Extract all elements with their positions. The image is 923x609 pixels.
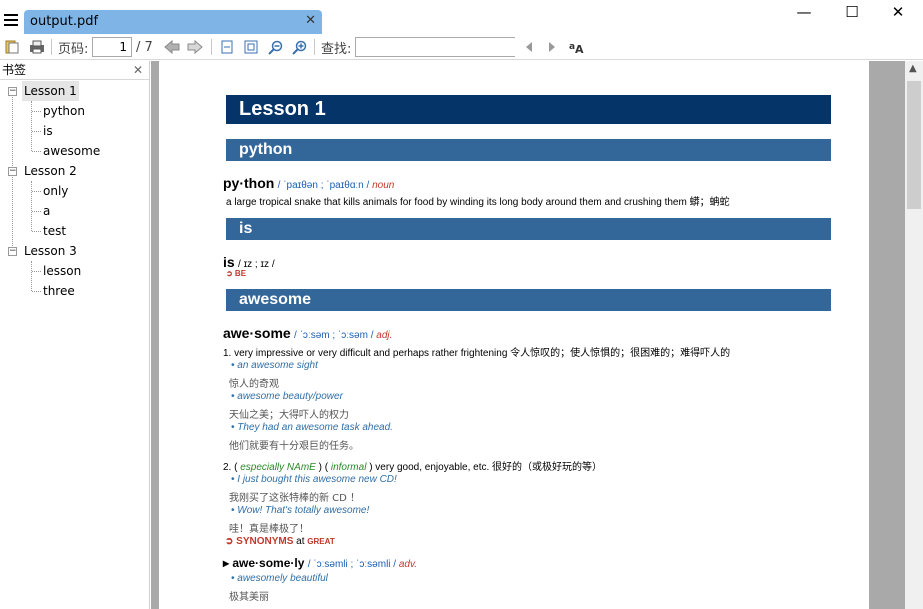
example: • I just bought this awesome new CD! — [231, 474, 397, 485]
synonyms-reference: ➲ SYNONYMS at GREAT — [225, 536, 335, 547]
bookmark-label: Lesson 2 — [24, 164, 77, 178]
pdf-page: Lesson 1 python py·thon / ˈpaɪθən ; ˈpaɪ… — [159, 61, 869, 609]
open-file-icon[interactable] — [4, 38, 20, 56]
pronunciation: / ˈɔːsəm ; ˈɔːsəm / — [294, 330, 374, 341]
part-of-speech: adj. — [376, 330, 393, 341]
scroll-thumb[interactable] — [907, 81, 921, 209]
toolbar: 页码: 1 / 7 查找: aA — [0, 34, 923, 60]
definition-2: 2. ( especially NAmE ) ( informal ) very… — [223, 462, 603, 473]
headword: awe·some — [223, 325, 291, 341]
collapse-toggle-icon[interactable]: − — [8, 247, 17, 256]
section-heading-is: is — [226, 218, 831, 240]
bookmark-item[interactable]: three — [0, 281, 149, 301]
entry-awesome: awe·some / ˈɔːsəm ; ˈɔːsəm / adj. — [223, 325, 392, 341]
translation: 极其美丽 — [229, 592, 269, 603]
fit-width-icon[interactable] — [218, 38, 236, 56]
fit-page-icon[interactable] — [242, 38, 260, 56]
definition: a large tropical snake that kills animal… — [226, 197, 730, 208]
cross-reference: ➲ BE — [226, 269, 247, 278]
bookmark-label: awesome — [43, 144, 101, 158]
lesson-heading: Lesson 1 — [226, 95, 831, 124]
bookmark-label: lesson — [43, 264, 82, 278]
bookmark-item[interactable]: lesson — [0, 261, 149, 281]
bookmark-label: three — [43, 284, 75, 298]
entry-is: is / ɪz ; ɪz / — [223, 254, 275, 270]
find-next-icon[interactable] — [545, 38, 559, 56]
example: • an awesome sight — [231, 360, 318, 371]
collapse-toggle-icon[interactable]: − — [8, 87, 17, 96]
maximize-button[interactable]: ☐ — [832, 2, 872, 22]
translation: 我刚买了这张特棒的新 CD ！ — [229, 493, 361, 504]
translation: 他们就要有十分艰巨的任务。 — [229, 441, 359, 452]
headword: is — [223, 254, 235, 270]
section-heading-awesome: awesome — [226, 289, 831, 311]
bookmark-item[interactable]: python — [0, 101, 149, 121]
entry-awesomely: ▸ awe·some·ly / ˈɔːsəmli ; ˈɔːsəmli / ad… — [223, 556, 417, 570]
bookmarks-title: 书签 — [2, 63, 27, 77]
close-button[interactable]: ✕ — [878, 2, 918, 22]
tab-title: output.pdf — [30, 14, 99, 29]
part-of-speech: adv. — [398, 559, 418, 570]
zoom-in-icon[interactable] — [290, 38, 308, 56]
entry-python: py·thon / ˈpaɪθən ; ˈpaɪθɑːn / noun — [223, 175, 394, 191]
find-prev-icon[interactable] — [522, 38, 536, 56]
example: • awesomely beautiful — [231, 573, 328, 584]
minimize-button[interactable]: — — [784, 2, 824, 22]
bookmark-label: only — [43, 184, 69, 198]
bookmark-lesson-3[interactable]: − Lesson 3 — [0, 241, 149, 261]
bookmark-lesson-1[interactable]: − Lesson 1 — [0, 81, 149, 101]
prev-page-icon[interactable] — [163, 38, 181, 56]
bookmark-item[interactable]: test — [0, 221, 149, 241]
bookmark-label: a — [43, 204, 51, 218]
panel-close-icon[interactable]: ✕ — [133, 61, 143, 79]
collapse-toggle-icon[interactable]: − — [8, 167, 17, 176]
headword: py·thon — [223, 175, 275, 191]
section-heading-python: python — [226, 139, 831, 161]
document-tab[interactable]: output.pdf ✕ — [24, 10, 322, 34]
example: • They had an awesome task ahead. — [231, 422, 393, 433]
bookmark-label: test — [43, 224, 67, 238]
bookmark-item[interactable]: a — [0, 201, 149, 221]
bookmark-label: is — [43, 124, 53, 138]
zoom-out-icon[interactable] — [266, 38, 284, 56]
svg-text:A: A — [575, 43, 584, 54]
menu-icon[interactable] — [4, 14, 18, 26]
title-bar: output.pdf ✕ — ☐ ✕ — [0, 0, 923, 34]
bookmark-item[interactable]: awesome — [0, 141, 149, 161]
pronunciation: / ˈɔːsəmli ; ˈɔːsəmli / — [307, 559, 397, 570]
bookmark-label: python — [43, 104, 85, 118]
search-label: 查找: — [321, 41, 352, 57]
part-of-speech: noun — [372, 180, 395, 191]
bookmark-lesson-2[interactable]: − Lesson 2 — [0, 161, 149, 181]
page-number-input[interactable]: 1 — [92, 37, 132, 57]
definition-1: 1. very impressive or very difficult and… — [223, 348, 731, 359]
match-case-icon[interactable]: aA — [567, 38, 585, 56]
headword: ▸ awe·some·ly — [223, 556, 305, 570]
bookmark-item[interactable]: is — [0, 121, 149, 141]
search-input[interactable] — [355, 37, 515, 57]
example: • awesome beauty/power — [231, 391, 343, 402]
print-icon[interactable] — [28, 38, 46, 56]
bookmarks-panel: 书签 ✕ − Lesson 1 python is awesome − Less… — [0, 61, 150, 609]
bookmark-label: Lesson 3 — [24, 244, 77, 258]
page-label: 页码: — [58, 41, 89, 57]
bookmark-label: Lesson 1 — [22, 81, 79, 101]
translation: 天仙之美；大得吓人的权力 — [229, 410, 349, 421]
tab-close-icon[interactable]: ✕ — [305, 13, 316, 28]
pronunciation: / ˈpaɪθən ; ˈpaɪθɑːn / — [277, 180, 370, 191]
document-viewer[interactable]: Lesson 1 python py·thon / ˈpaɪθən ; ˈpaɪ… — [151, 61, 905, 609]
example: • Wow! That's totally awesome! — [231, 505, 370, 516]
vertical-scrollbar[interactable]: ▲ — [905, 61, 923, 609]
page-total: / 7 — [136, 39, 153, 55]
translation: 惊人的奇观 — [229, 379, 279, 390]
bookmark-tree: − Lesson 1 python is awesome − Lesson 2 … — [0, 80, 149, 301]
bookmarks-header: 书签 ✕ — [0, 61, 149, 80]
next-page-icon[interactable] — [186, 38, 204, 56]
scroll-up-icon[interactable]: ▲ — [909, 63, 917, 74]
bookmark-item[interactable]: only — [0, 181, 149, 201]
translation: 哇！真是棒极了！ — [229, 524, 309, 535]
